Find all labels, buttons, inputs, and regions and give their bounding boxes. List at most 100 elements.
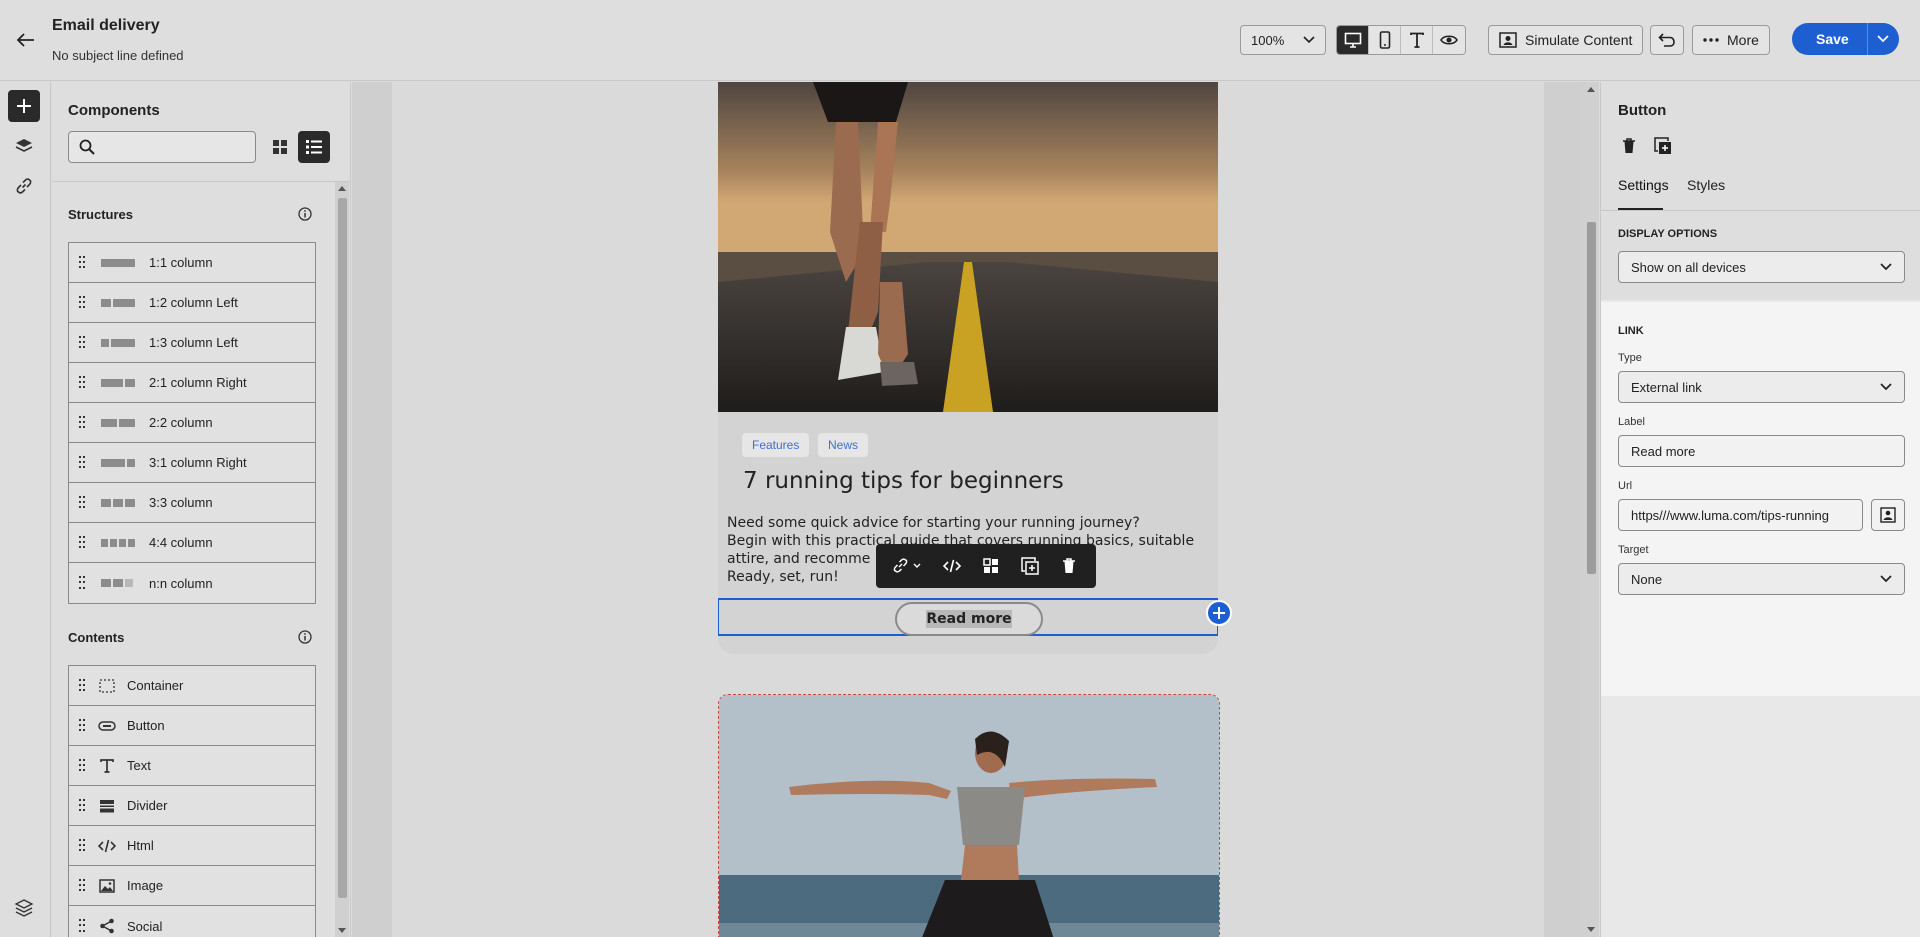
canvas-scrollbar[interactable]	[1583, 82, 1599, 937]
text-view-icon[interactable]	[1401, 26, 1433, 54]
duplicate-icon[interactable]	[1015, 551, 1045, 581]
drag-handle-icon[interactable]	[79, 535, 85, 550]
grid-view-icon[interactable]	[264, 131, 296, 163]
yoga-image[interactable]	[719, 695, 1219, 937]
link-type-select[interactable]: External link	[1618, 371, 1905, 403]
structure-item[interactable]: n:n column	[69, 563, 315, 603]
info-icon[interactable]	[298, 207, 312, 221]
drag-handle-icon[interactable]	[79, 919, 85, 933]
target-select[interactable]: None	[1618, 563, 1905, 595]
contents-title: Contents	[68, 630, 125, 645]
drag-handle-icon[interactable]	[79, 335, 85, 350]
link-dropdown-icon[interactable]	[888, 551, 928, 581]
scrollbar-thumb[interactable]	[338, 198, 347, 898]
url-input[interactable]: https///www.luma.com/tips-running	[1618, 499, 1863, 531]
content-label: Divider	[127, 798, 168, 813]
structure-thumbnail-icon	[101, 258, 135, 267]
structure-item[interactable]: 3:3 column	[69, 483, 315, 523]
scroll-up-icon[interactable]	[338, 185, 346, 191]
mobile-view-icon[interactable]	[1369, 26, 1401, 54]
display-options-value: Show on all devices	[1631, 259, 1746, 275]
preview-eye-icon[interactable]	[1433, 26, 1465, 54]
drag-handle-icon[interactable]	[79, 678, 85, 693]
save-button[interactable]: Save	[1792, 23, 1867, 55]
drag-handle-icon[interactable]	[79, 576, 85, 590]
scroll-up-icon[interactable]	[1587, 86, 1595, 92]
links-icon[interactable]	[8, 170, 40, 202]
page-title: Email delivery	[52, 17, 160, 34]
structure-item[interactable]: 1:2 column Left	[69, 283, 315, 323]
duplicate-icon[interactable]	[1651, 134, 1675, 158]
chevron-down-icon	[1880, 383, 1892, 391]
more-button[interactable]: More	[1692, 25, 1770, 55]
add-components-icon[interactable]	[8, 90, 40, 122]
tab-settings[interactable]: Settings	[1618, 177, 1669, 193]
chevron-down-icon	[1303, 36, 1315, 44]
structure-thumbnail-icon	[101, 458, 135, 467]
simulate-content-button[interactable]: Simulate Content	[1488, 25, 1644, 55]
label-input[interactable]: Read more	[1618, 435, 1905, 467]
list-view-icon[interactable]	[298, 131, 330, 163]
structure-item[interactable]: 3:1 column Right	[69, 443, 315, 483]
link-type-value: External link	[1631, 379, 1702, 395]
scroll-down-icon[interactable]	[338, 928, 346, 934]
save-options-button[interactable]	[1866, 23, 1899, 55]
drag-handle-icon[interactable]	[79, 838, 85, 853]
drag-handle-icon[interactable]	[79, 375, 85, 390]
layers-icon[interactable]	[8, 130, 40, 162]
personalize-url-button[interactable]	[1871, 499, 1905, 531]
drag-handle-icon[interactable]	[79, 878, 85, 893]
drag-handle-icon[interactable]	[79, 758, 85, 773]
undo-button[interactable]	[1650, 25, 1684, 55]
content-item-social[interactable]: Social	[69, 906, 315, 937]
structure-item[interactable]: 2:1 column Right	[69, 363, 315, 403]
article-title[interactable]: 7 running tips for beginners	[743, 468, 1064, 494]
content-label: Image	[127, 878, 164, 893]
drag-handle-icon[interactable]	[79, 718, 85, 733]
divider-icon	[97, 797, 117, 815]
delete-icon[interactable]	[1054, 551, 1084, 581]
content-item-container[interactable]: Container	[69, 666, 315, 706]
structure-item[interactable]: 1:1 column	[69, 243, 315, 283]
image-icon	[97, 877, 117, 895]
structure-label: 1:3 column Left	[149, 335, 238, 350]
content-item-html[interactable]: Html	[69, 826, 315, 866]
structure-label: 2:2 column	[149, 415, 213, 430]
selected-button-row[interactable]: Read more	[718, 598, 1218, 636]
drag-handle-icon[interactable]	[79, 455, 85, 470]
top-bar: Email delivery No subject line defined 1…	[0, 0, 1920, 81]
desktop-view-icon[interactable]	[1337, 26, 1369, 54]
fragment-icon[interactable]	[976, 551, 1006, 581]
yoga-card[interactable]	[718, 694, 1220, 937]
info-icon[interactable]	[298, 630, 312, 644]
component-search-input[interactable]	[68, 131, 256, 163]
drag-handle-icon[interactable]	[79, 255, 85, 270]
structure-thumbnail-icon	[101, 579, 135, 587]
scroll-down-icon[interactable]	[1587, 927, 1595, 933]
drag-handle-icon[interactable]	[79, 415, 85, 430]
trash-icon[interactable]	[1617, 134, 1641, 158]
content-item-divider[interactable]: Divider	[69, 786, 315, 826]
drag-handle-icon[interactable]	[79, 798, 85, 813]
read-more-button[interactable]: Read more	[895, 602, 1043, 636]
components-scrollbar[interactable]	[335, 182, 349, 937]
zoom-select[interactable]: 100%	[1240, 25, 1326, 55]
code-icon[interactable]	[937, 551, 967, 581]
components-title: Components	[68, 102, 160, 119]
structure-item[interactable]: 2:2 column	[69, 403, 315, 443]
content-item-image[interactable]: Image	[69, 866, 315, 906]
back-arrow-icon[interactable]	[12, 26, 40, 54]
structure-item[interactable]: 4:4 column	[69, 523, 315, 563]
content-item-button[interactable]: Button	[69, 706, 315, 746]
scrollbar-thumb[interactable]	[1587, 222, 1596, 574]
drag-handle-icon[interactable]	[79, 295, 85, 310]
runner-image[interactable]	[718, 82, 1218, 412]
structure-item[interactable]: 1:3 column Left	[69, 323, 315, 363]
display-options-select[interactable]: Show on all devices	[1618, 251, 1905, 283]
settings-stack-icon[interactable]	[8, 892, 40, 924]
tab-styles[interactable]: Styles	[1687, 177, 1725, 193]
add-component-icon[interactable]	[1206, 600, 1232, 626]
drag-handle-icon[interactable]	[79, 495, 85, 510]
label-input-value: Read more	[1631, 443, 1696, 459]
content-item-text[interactable]: Text	[69, 746, 315, 786]
